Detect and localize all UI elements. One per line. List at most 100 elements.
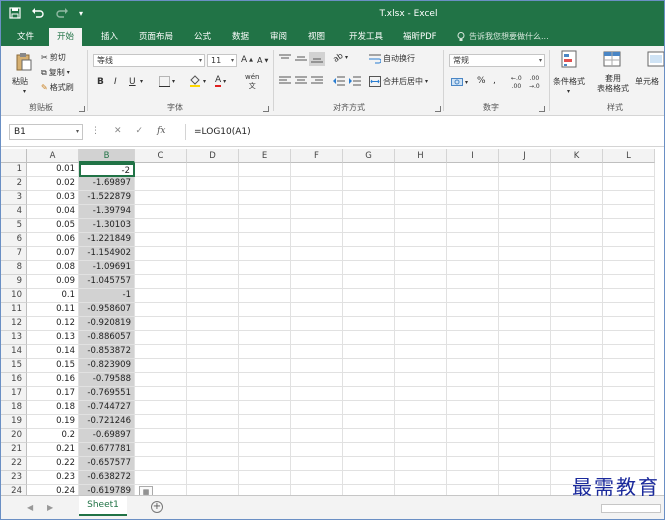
cell-a7[interactable]: 0.07: [27, 247, 79, 261]
cell-f11[interactable]: [291, 303, 343, 317]
cell-b12[interactable]: -0.920819: [79, 317, 135, 331]
column-header-l[interactable]: L: [603, 149, 655, 163]
enter-icon[interactable]: ✓: [136, 126, 144, 136]
cell-j20[interactable]: [499, 429, 551, 443]
cell-d3[interactable]: [187, 191, 239, 205]
cell-c15[interactable]: [135, 359, 187, 373]
cell-e13[interactable]: [239, 331, 291, 345]
cell-d16[interactable]: [187, 373, 239, 387]
font-launcher-icon[interactable]: [263, 106, 269, 112]
cell-h13[interactable]: [395, 331, 447, 345]
cell-j22[interactable]: [499, 457, 551, 471]
align-middle-button[interactable]: [295, 54, 307, 64]
cell-h2[interactable]: [395, 177, 447, 191]
cell-b6[interactable]: -1.221849: [79, 233, 135, 247]
cell-f9[interactable]: [291, 275, 343, 289]
cell-i18[interactable]: [447, 401, 499, 415]
cell-i8[interactable]: [447, 261, 499, 275]
cell-l22[interactable]: [603, 457, 655, 471]
cell-k19[interactable]: [551, 415, 603, 429]
row-header[interactable]: 11: [1, 303, 27, 317]
cell-e9[interactable]: [239, 275, 291, 289]
cell-c14[interactable]: [135, 345, 187, 359]
cell-f7[interactable]: [291, 247, 343, 261]
cell-j2[interactable]: [499, 177, 551, 191]
cell-j13[interactable]: [499, 331, 551, 345]
cell-d4[interactable]: [187, 205, 239, 219]
tab-data[interactable]: 数据: [230, 28, 251, 46]
row-header[interactable]: 10: [1, 289, 27, 303]
cell-g4[interactable]: [343, 205, 395, 219]
worksheet-grid[interactable]: A B C D E F G H I J K L 1 0.01 -2 2 0.02 -1.69897 3 0.03 -1.…: [1, 149, 664, 495]
add-sheet-icon[interactable]: +: [151, 501, 163, 513]
italic-button[interactable]: I: [114, 77, 117, 87]
row-header[interactable]: 13: [1, 331, 27, 345]
cell-b7[interactable]: -1.154902: [79, 247, 135, 261]
cell-i13[interactable]: [447, 331, 499, 345]
tab-view[interactable]: 视图: [306, 28, 327, 46]
cell-d12[interactable]: [187, 317, 239, 331]
row-header[interactable]: 6: [1, 233, 27, 247]
select-all-corner[interactable]: [1, 149, 27, 163]
cell-k18[interactable]: [551, 401, 603, 415]
cell-b18[interactable]: -0.744727: [79, 401, 135, 415]
cell-styles-icon[interactable]: [647, 50, 664, 68]
copy-button[interactable]: ⧉ 复制 ▾: [41, 67, 70, 78]
horizontal-scrollbar[interactable]: [601, 504, 661, 513]
cell-i11[interactable]: [447, 303, 499, 317]
cell-c23[interactable]: [135, 471, 187, 485]
cell-f21[interactable]: [291, 443, 343, 457]
cell-c5[interactable]: [135, 219, 187, 233]
cell-f8[interactable]: [291, 261, 343, 275]
row-header[interactable]: 3: [1, 191, 27, 205]
cell-i22[interactable]: [447, 457, 499, 471]
column-header-h[interactable]: H: [395, 149, 447, 163]
cell-b19[interactable]: -0.721246: [79, 415, 135, 429]
cell-g7[interactable]: [343, 247, 395, 261]
cell-e21[interactable]: [239, 443, 291, 457]
column-header-a[interactable]: A: [27, 149, 79, 163]
paste-icon[interactable]: [15, 52, 33, 71]
cell-i10[interactable]: [447, 289, 499, 303]
cell-c7[interactable]: [135, 247, 187, 261]
next-sheet-icon[interactable]: ▶: [47, 503, 53, 512]
row-header[interactable]: 14: [1, 345, 27, 359]
cell-j18[interactable]: [499, 401, 551, 415]
cell-c8[interactable]: [135, 261, 187, 275]
paste-button[interactable]: 粘贴: [12, 76, 28, 87]
cell-c10[interactable]: [135, 289, 187, 303]
cell-l4[interactable]: [603, 205, 655, 219]
cell-f2[interactable]: [291, 177, 343, 191]
row-header[interactable]: 19: [1, 415, 27, 429]
cell-b21[interactable]: -0.677781: [79, 443, 135, 457]
cell-f5[interactable]: [291, 219, 343, 233]
cell-k22[interactable]: [551, 457, 603, 471]
cell-h18[interactable]: [395, 401, 447, 415]
cell-f1[interactable]: [291, 163, 343, 177]
cell-g16[interactable]: [343, 373, 395, 387]
cell-f4[interactable]: [291, 205, 343, 219]
row-header[interactable]: 5: [1, 219, 27, 233]
row-header[interactable]: 22: [1, 457, 27, 471]
cell-l14[interactable]: [603, 345, 655, 359]
cell-styles-button[interactable]: 单元格: [635, 76, 659, 87]
cell-j15[interactable]: [499, 359, 551, 373]
cell-e3[interactable]: [239, 191, 291, 205]
cell-e14[interactable]: [239, 345, 291, 359]
cell-f6[interactable]: [291, 233, 343, 247]
cell-b11[interactable]: -0.958607: [79, 303, 135, 317]
cell-i16[interactable]: [447, 373, 499, 387]
column-header-i[interactable]: I: [447, 149, 499, 163]
cell-a18[interactable]: 0.18: [27, 401, 79, 415]
cell-i9[interactable]: [447, 275, 499, 289]
cell-e22[interactable]: [239, 457, 291, 471]
underline-dropdown-icon[interactable]: ▾: [140, 78, 143, 85]
cell-f20[interactable]: [291, 429, 343, 443]
cell-j17[interactable]: [499, 387, 551, 401]
cell-h3[interactable]: [395, 191, 447, 205]
cell-b22[interactable]: -0.657577: [79, 457, 135, 471]
cell-i3[interactable]: [447, 191, 499, 205]
alignment-launcher-icon[interactable]: [435, 106, 441, 112]
row-header[interactable]: 20: [1, 429, 27, 443]
cell-k15[interactable]: [551, 359, 603, 373]
